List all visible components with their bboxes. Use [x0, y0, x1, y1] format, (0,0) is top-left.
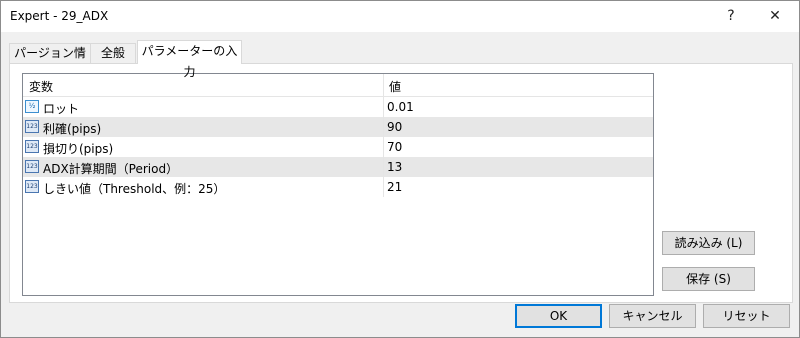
cell-divider — [383, 177, 384, 197]
grid-header: 変数 値 — [23, 74, 653, 97]
tab-general[interactable]: 全般 — [90, 43, 136, 63]
table-row[interactable]: 123 損切り(pips) 70 — [23, 137, 653, 157]
integer-type-icon: 123 — [25, 180, 39, 193]
table-row[interactable]: 123 しきい値（Threshold、例：25） 21 — [23, 177, 653, 197]
column-divider[interactable] — [383, 74, 384, 96]
column-header-variable[interactable]: 変数 — [29, 78, 53, 95]
save-button[interactable]: 保存 (S) — [662, 267, 755, 291]
title-bar: Expert - 29_ADX ? ✕ — [1, 1, 799, 32]
tab-version-info[interactable]: パージョン情報 — [9, 43, 91, 79]
double-type-icon: ½ — [25, 100, 39, 113]
load-button[interactable]: 読み込み (L) — [662, 231, 755, 255]
parameter-name: 利確(pips) — [43, 122, 102, 136]
help-icon: ? — [727, 8, 735, 24]
table-row[interactable]: 123 利確(pips) 90 — [23, 117, 653, 137]
reset-button[interactable]: リセット — [703, 304, 790, 328]
integer-type-icon: 123 — [25, 140, 39, 153]
window-title: Expert - 29_ADX — [10, 9, 109, 23]
table-row[interactable]: 123 ADX計算期間（Period） 13 — [23, 157, 653, 177]
cancel-button[interactable]: キャンセル — [609, 304, 696, 328]
column-header-value[interactable]: 値 — [389, 78, 401, 95]
integer-type-icon: 123 — [25, 160, 39, 173]
parameter-name: 損切り(pips) — [43, 142, 114, 156]
cell-divider — [383, 97, 384, 117]
parameter-value[interactable]: 13 — [387, 160, 402, 174]
cell-divider — [383, 117, 384, 137]
parameter-name: ADX計算期間（Period） — [43, 162, 179, 176]
ok-button[interactable]: OK — [515, 304, 602, 328]
cell-divider — [383, 137, 384, 157]
table-row[interactable]: ½ ロット 0.01 — [23, 97, 653, 117]
help-button[interactable]: ? — [709, 1, 753, 32]
tab-panel-parameters: 変数 値 ½ ロット 0.01 123 利確(pips) 90 123 損切り(… — [9, 63, 793, 303]
parameters-grid[interactable]: 変数 値 ½ ロット 0.01 123 利確(pips) 90 123 損切り(… — [22, 73, 654, 296]
parameter-value[interactable]: 90 — [387, 120, 402, 134]
expert-properties-dialog: Expert - 29_ADX ? ✕ パージョン情報 全般 パラメーターの入力… — [0, 0, 800, 338]
cell-divider — [383, 157, 384, 177]
parameter-value[interactable]: 21 — [387, 180, 402, 194]
parameter-name: しきい値（Threshold、例：25） — [43, 182, 226, 196]
integer-type-icon: 123 — [25, 120, 39, 133]
tab-input-parameters[interactable]: パラメーターの入力 — [137, 40, 242, 79]
parameter-value[interactable]: 0.01 — [387, 100, 414, 114]
close-icon: ✕ — [769, 8, 781, 24]
parameter-value[interactable]: 70 — [387, 140, 402, 154]
close-button[interactable]: ✕ — [753, 1, 797, 32]
parameter-name: ロット — [43, 102, 80, 116]
